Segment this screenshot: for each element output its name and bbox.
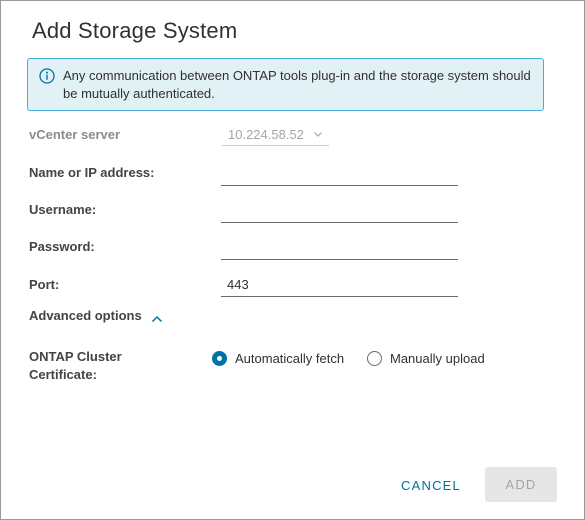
info-alert: Any communication between ONTAP tools pl… (27, 58, 544, 111)
chevron-up-icon (151, 312, 163, 322)
radio-checked-icon (212, 350, 227, 366)
port-label: Port: (29, 277, 60, 292)
advanced-options-toggle[interactable]: Advanced options (29, 308, 163, 323)
name-ip-input[interactable] (221, 162, 458, 186)
username-label: Username: (29, 202, 97, 217)
radio-automatically-fetch-label: Automatically fetch (235, 350, 345, 366)
cluster-certificate-label: ONTAP Cluster Certificate: (29, 349, 122, 382)
vcenter-server-select[interactable]: 10.224.58.52 (222, 124, 329, 146)
radio-manually-upload[interactable]: Manually upload (367, 349, 485, 367)
radio-unchecked-icon (367, 350, 382, 366)
dialog-title: Add Storage System (32, 18, 238, 43)
password-input[interactable] (221, 236, 458, 260)
add-storage-system-dialog: Add Storage System Any communication bet… (0, 0, 585, 520)
cancel-button[interactable]: CANCEL (393, 468, 469, 502)
vcenter-server-label: vCenter server (29, 127, 121, 142)
alert-message: Any communication between ONTAP tools pl… (63, 68, 531, 101)
radio-automatically-fetch[interactable]: Automatically fetch (212, 349, 344, 367)
name-ip-label: Name or IP address: (29, 165, 155, 180)
chevron-down-icon (313, 127, 323, 137)
info-icon (39, 68, 55, 84)
radio-manually-upload-label: Manually upload (390, 350, 485, 366)
advanced-options-label: Advanced options (29, 308, 142, 323)
username-input[interactable] (221, 199, 458, 223)
vcenter-server-value: 10.224.58.52 (228, 127, 304, 142)
password-label: Password: (29, 239, 95, 254)
add-button[interactable]: ADD (485, 467, 557, 502)
port-input[interactable] (221, 273, 458, 297)
